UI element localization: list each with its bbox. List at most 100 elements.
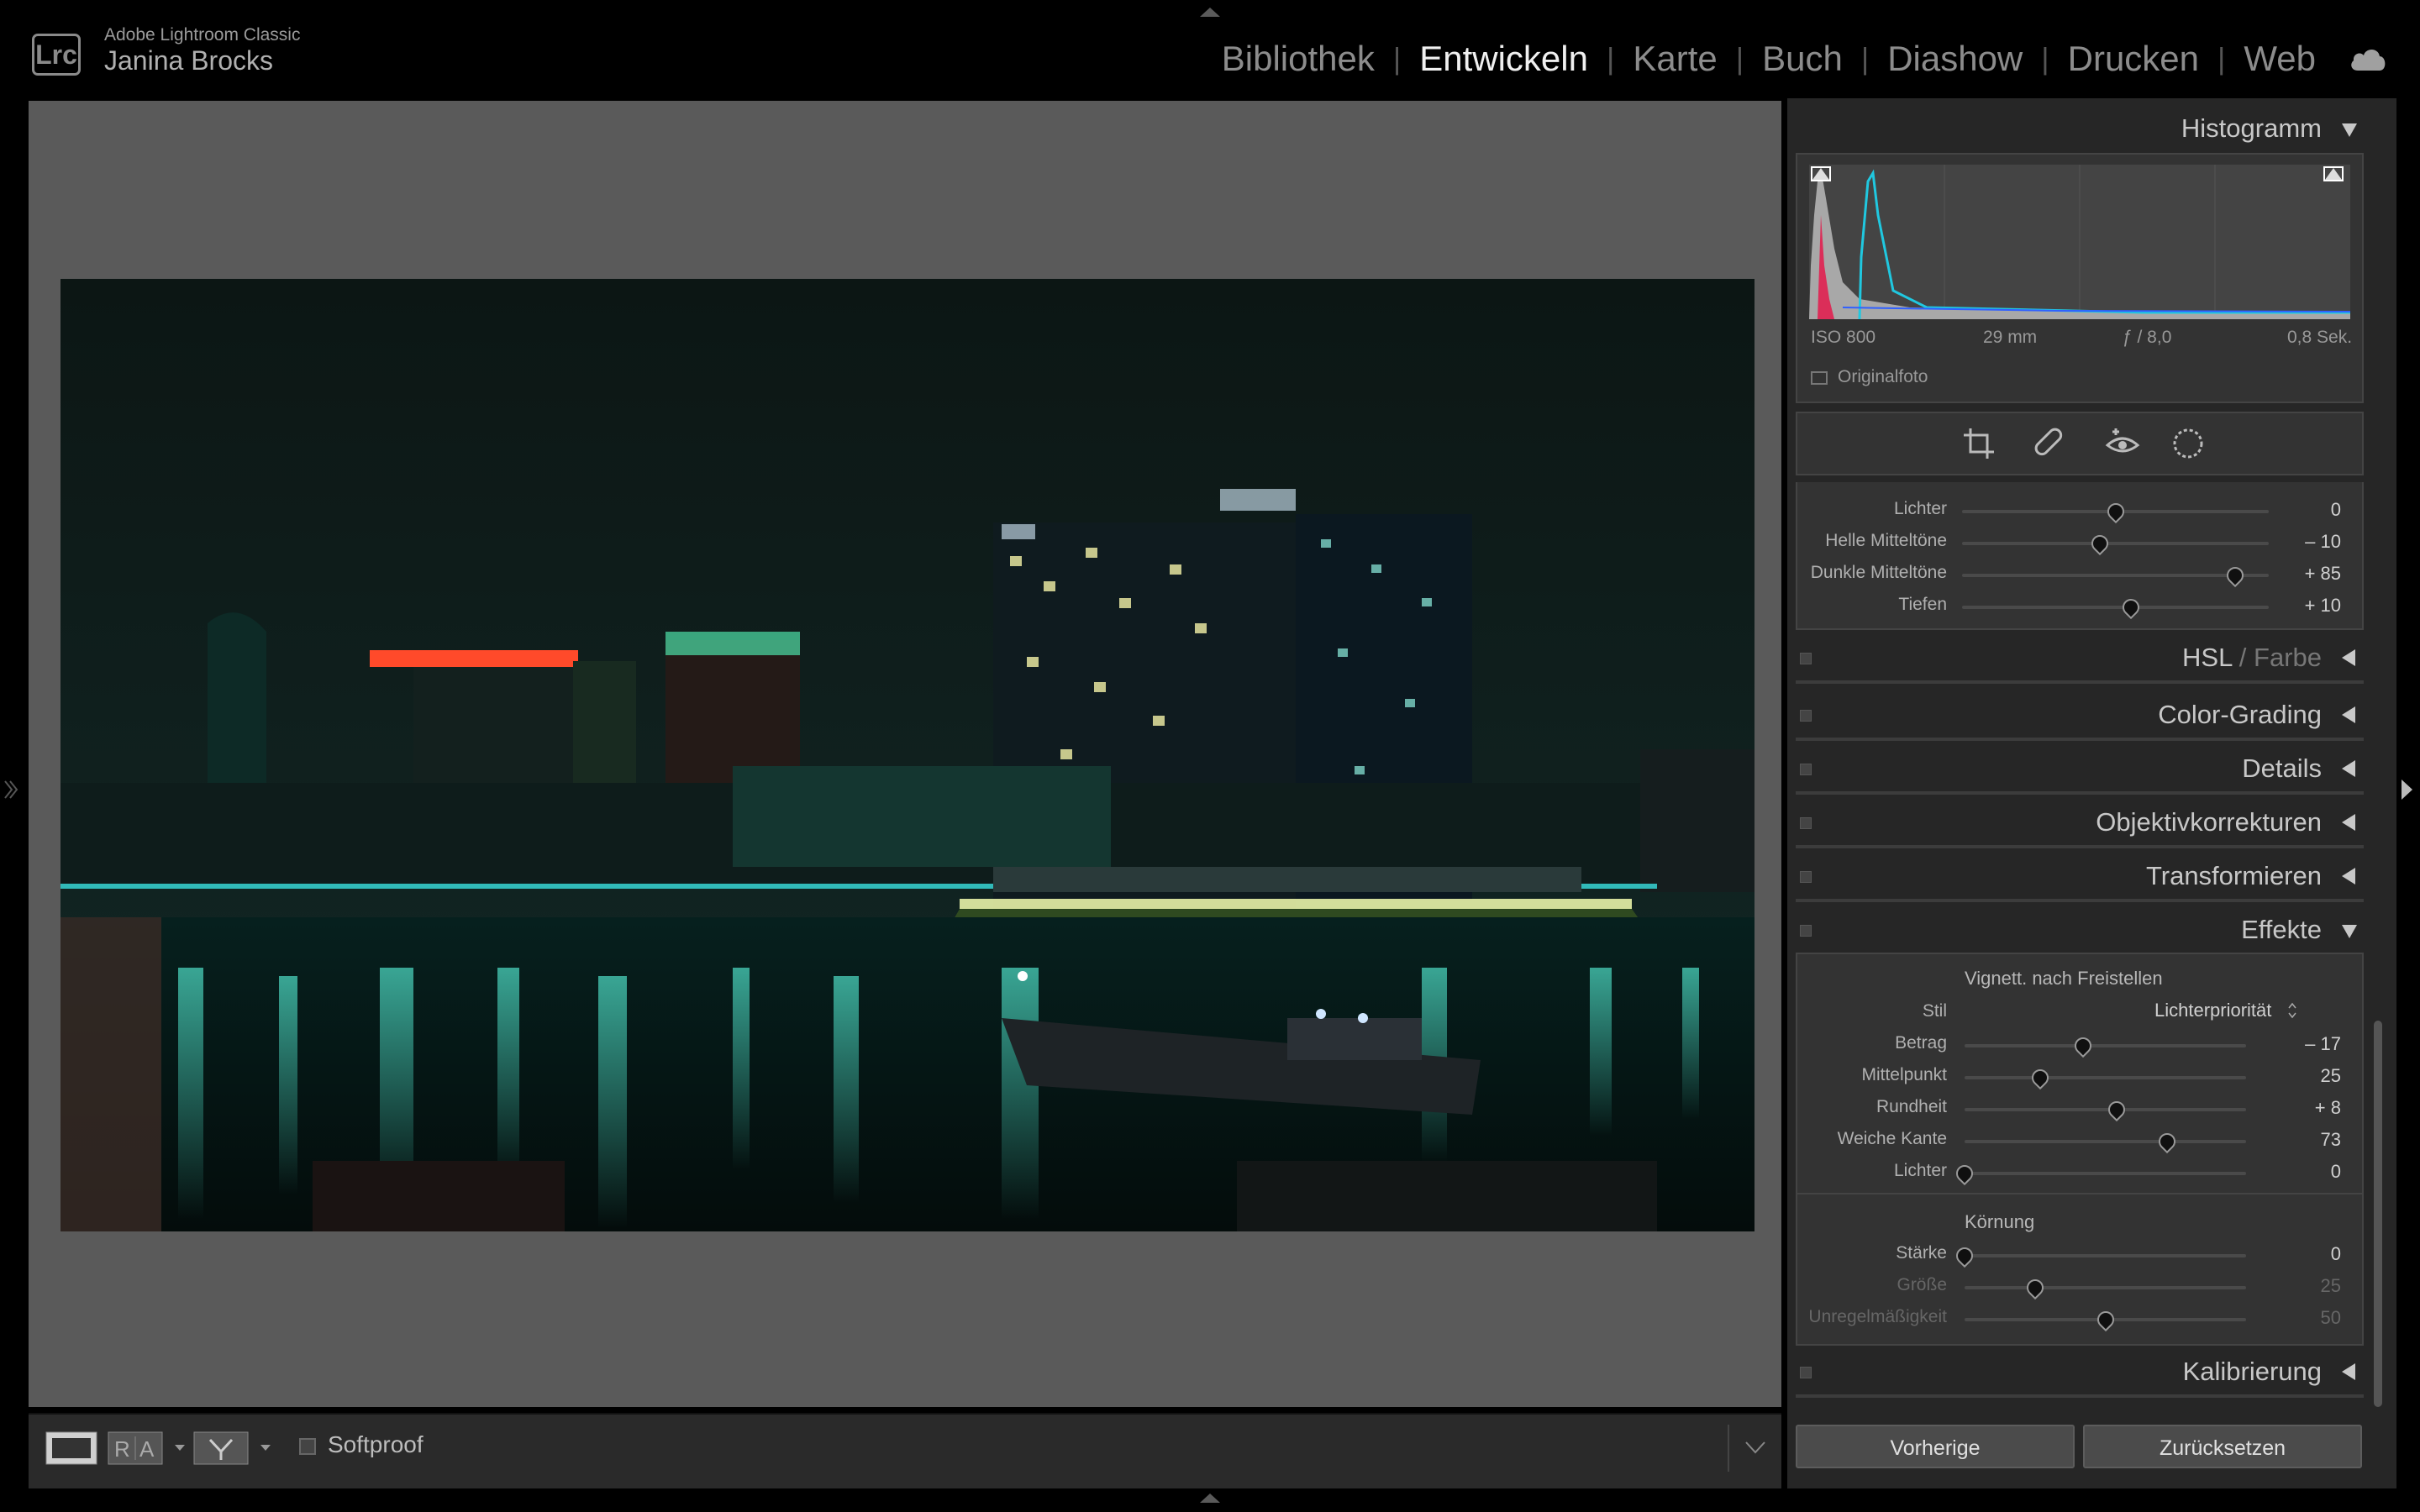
toolbar-divider	[1728, 1425, 1729, 1472]
view-mode-dropdown-icon[interactable]	[175, 1445, 185, 1451]
previous-button[interactable]: Vorherige	[1796, 1425, 2075, 1468]
histogram-graph[interactable]	[1809, 165, 2350, 319]
calibration-header[interactable]: Kalibrierung	[1796, 1346, 2364, 1398]
calibration-title: Kalibrierung	[2182, 1357, 2322, 1386]
slider-value[interactable]: 0	[2265, 499, 2341, 521]
details-switch[interactable]	[1800, 764, 1812, 775]
slider-label: Dunkle Mitteltöne	[1810, 563, 1947, 582]
transform-switch[interactable]	[1800, 871, 1812, 883]
panel-divider	[1796, 791, 2364, 795]
slider-value[interactable]: – 17	[2265, 1033, 2341, 1055]
red-eye-icon[interactable]	[2102, 423, 2143, 464]
hsl-expand-icon	[2342, 649, 2355, 666]
panel-scrollbar[interactable]	[2374, 1021, 2382, 1407]
color-grading-switch[interactable]	[1800, 710, 1812, 722]
module-buch[interactable]: Buch	[1744, 39, 1861, 79]
hsl-header[interactable]: HSL / Farbe	[1796, 632, 2364, 684]
module-separator: |	[2041, 41, 2049, 76]
lens-corrections-header[interactable]: Objektivkorrekturen	[1796, 796, 2364, 848]
slider-value[interactable]: 25	[2265, 1275, 2341, 1297]
module-diashow[interactable]: Diashow	[1869, 39, 2041, 79]
module-separator: |	[1392, 41, 1402, 76]
color-grading-header[interactable]: Color-Grading	[1796, 689, 2364, 741]
slider-track[interactable]	[1965, 1286, 2246, 1289]
farbe-label: Farbe	[2254, 643, 2322, 672]
app-name: Adobe Lightroom Classic	[104, 25, 301, 45]
photo-preview[interactable]	[60, 279, 1754, 1231]
style-select-arrows-icon[interactable]	[2287, 1001, 2297, 1020]
slider-track[interactable]	[1965, 1140, 2246, 1143]
slider-track[interactable]	[1965, 1108, 2246, 1111]
slider-label: Größe	[1897, 1275, 1947, 1294]
reference-dropdown-icon[interactable]	[260, 1445, 271, 1451]
filmstrip-toggle-icon[interactable]	[1200, 1494, 1220, 1503]
panel-divider	[1796, 680, 2364, 684]
slider-value[interactable]: 0	[2265, 1161, 2341, 1183]
slider-track[interactable]	[1965, 1076, 2246, 1079]
style-select[interactable]: Lichterpriorität	[2154, 1000, 2271, 1021]
shutter-info: 0,8 Sek.	[2287, 328, 2353, 347]
slider-track[interactable]	[1965, 1254, 2246, 1257]
details-header[interactable]: Details	[1796, 743, 2364, 795]
lens-corrections-switch[interactable]	[1800, 817, 1812, 829]
before-after-view-icon[interactable]: R A	[108, 1431, 163, 1465]
slider-track[interactable]	[1965, 1172, 2246, 1175]
lens-corrections-expand-icon	[2342, 814, 2355, 831]
hsl-switch[interactable]	[1800, 653, 1812, 664]
toolbar-options-chevron-icon[interactable]	[1744, 1440, 1766, 1455]
module-karte[interactable]: Karte	[1614, 39, 1735, 79]
module-bibliothek[interactable]: Bibliothek	[1203, 39, 1393, 79]
softproof-checkbox[interactable]	[299, 1438, 316, 1455]
original-photo-checkbox[interactable]	[1811, 371, 1828, 385]
module-picker: Bibliothek | Entwickeln | Karte | Buch | Dia…	[1203, 39, 2334, 79]
slider-value[interactable]: + 10	[2265, 595, 2341, 617]
loupe-view-icon[interactable]	[45, 1431, 97, 1465]
crop-icon[interactable]	[1959, 423, 1999, 464]
slider-value[interactable]: + 85	[2265, 563, 2341, 585]
top-panel-toggle-icon[interactable]	[1200, 8, 1220, 17]
left-panel-toggle-icon[interactable]	[3, 778, 18, 801]
module-drucken[interactable]: Drucken	[2049, 39, 2217, 79]
vignette-title: Vignett. nach Freistellen	[1965, 968, 2163, 989]
slider-label: Mittelpunkt	[1861, 1065, 1947, 1084]
svg-text:R: R	[114, 1436, 130, 1462]
cloud-icon[interactable]	[2348, 44, 2388, 72]
slider-track[interactable]	[1965, 1044, 2246, 1047]
effects-title: Effekte	[2241, 915, 2322, 944]
histogram-collapse-icon	[2342, 123, 2357, 137]
transform-header[interactable]: Transformieren	[1796, 850, 2364, 902]
slider-label: Weiche Kante	[1837, 1129, 1947, 1148]
effects-collapse-icon	[2342, 925, 2357, 938]
masking-icon[interactable]	[2168, 423, 2208, 464]
highlight-clipping-icon[interactable]	[2323, 166, 2344, 181]
module-entwickeln[interactable]: Entwickeln	[1401, 39, 1607, 79]
reference-view-icon[interactable]	[193, 1431, 249, 1465]
transform-title: Transformieren	[2145, 861, 2322, 890]
reset-button[interactable]: Zurücksetzen	[2083, 1425, 2362, 1468]
right-panel-toggle-icon[interactable]	[2402, 780, 2412, 800]
slider-track[interactable]	[1962, 542, 2269, 545]
slider-track[interactable]	[1962, 606, 2269, 609]
histogram-header[interactable]: Histogramm	[1796, 102, 2364, 155]
viewer-toolbar	[29, 1413, 1781, 1488]
slider-value[interactable]: 73	[2265, 1129, 2341, 1151]
module-separator: |	[2217, 41, 2226, 76]
slider-value[interactable]: + 8	[2265, 1097, 2341, 1119]
lrc-logo: Lrc	[32, 34, 81, 76]
slider-value[interactable]: 0	[2265, 1243, 2341, 1265]
slider-value[interactable]: 50	[2265, 1307, 2341, 1329]
calibration-switch[interactable]	[1800, 1367, 1812, 1378]
effects-switch[interactable]	[1800, 925, 1812, 937]
lens-corrections-title: Objektivkorrekturen	[2096, 807, 2322, 837]
panel-divider	[1796, 845, 2364, 848]
healing-icon[interactable]	[2030, 423, 2070, 464]
slider-value[interactable]: 25	[2265, 1065, 2341, 1087]
effects-header[interactable]: Effekte	[1796, 904, 2364, 956]
grain-title: Körnung	[1965, 1211, 2035, 1232]
slider-value[interactable]: – 10	[2265, 531, 2341, 553]
shadow-clipping-icon[interactable]	[1811, 166, 1831, 181]
calibration-expand-icon	[2342, 1363, 2355, 1380]
slider-track[interactable]	[1962, 574, 2269, 577]
module-web[interactable]: Web	[2225, 39, 2334, 79]
slider-label: Betrag	[1895, 1033, 1947, 1053]
